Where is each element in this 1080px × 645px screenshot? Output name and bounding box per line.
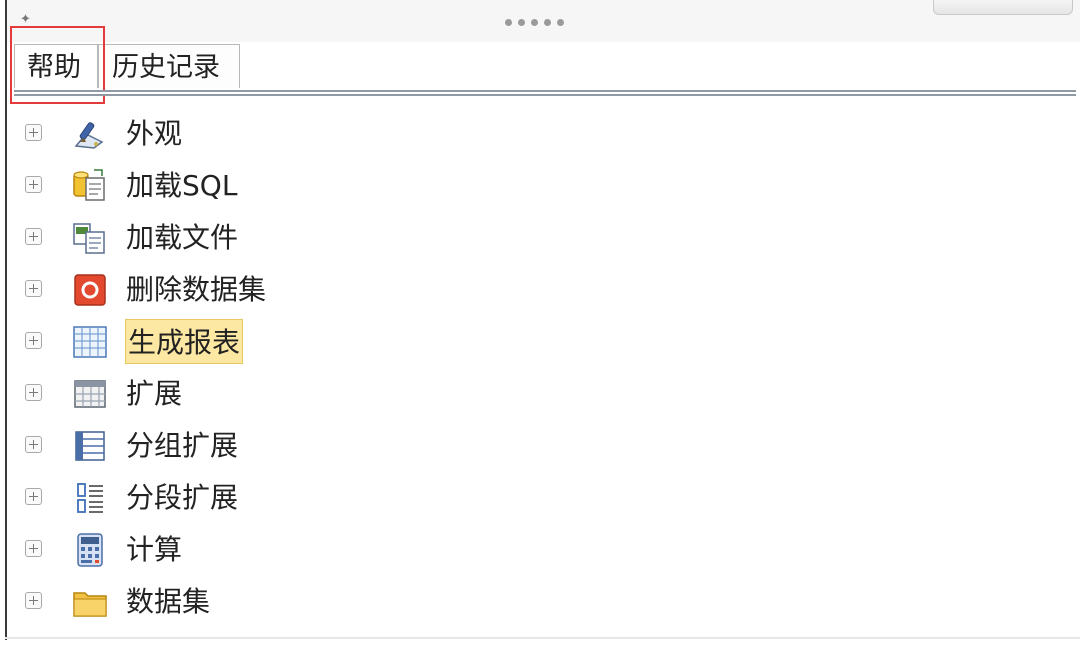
expand-icon[interactable] [25,436,42,453]
tree-item-group-expand[interactable]: 分组扩展 [0,420,1080,472]
command-tree: 外观 加载SQL 加载文件 删除数据集 生成报表 扩展 分组扩展 分段扩展 计算… [0,108,1080,628]
table-icon [72,376,108,412]
expand-icon[interactable] [25,124,42,141]
expand-icon[interactable] [25,332,42,349]
tree-item-appearance[interactable]: 外观 [0,108,1080,160]
tab-underline [14,90,1076,96]
tree-item-label: 加载文件 [126,221,239,254]
load-sql-icon [72,168,108,204]
delete-dataset-icon [72,272,108,308]
tree-item-label-selected: 生成报表 [125,319,244,364]
tree-item-delete-dataset[interactable]: 删除数据集 [0,264,1080,316]
calculator-icon [72,532,108,568]
load-file-icon [72,220,108,256]
tab-help[interactable]: 帮助 [14,44,98,88]
tab-history[interactable]: 历史记录 [98,44,240,88]
tree-item-label: 外观 [126,117,183,150]
grid-table-icon [72,324,108,360]
expand-icon[interactable] [25,592,42,609]
tree-item-label: 计算 [126,533,183,566]
tree-item-label: 加载SQL [126,169,238,202]
panel-bottom-border [5,637,1080,639]
tree-item-label: 分段扩展 [126,481,239,514]
tree-item-load-file[interactable]: 加载文件 [0,212,1080,264]
tree-item-label: 删除数据集 [126,273,267,306]
tree-item-expand[interactable]: 扩展 [0,368,1080,420]
segmented-list-icon [72,480,108,516]
expand-icon[interactable] [25,228,42,245]
pin-icon[interactable]: ✦ [20,12,31,27]
tree-item-generate-report[interactable]: 生成报表 [0,316,1080,368]
tree-item-load-sql[interactable]: 加载SQL [0,160,1080,212]
expand-icon[interactable] [25,540,42,557]
side-panel: ✦ 帮助 历史记录 外观 加载SQL 加载文件 删除数据集 生成报表 扩展 分组… [0,0,1080,645]
tree-item-label: 数据集 [126,585,211,618]
folder-icon [72,584,108,620]
grouped-list-icon [72,428,108,464]
tree-item-segment-expand[interactable]: 分段扩展 [0,472,1080,524]
tree-item-label: 分组扩展 [126,429,239,462]
tab-bar: 帮助 历史记录 [14,44,240,90]
tree-item-dataset[interactable]: 数据集 [0,576,1080,628]
expand-icon[interactable] [25,176,42,193]
paintbrush-palette-icon [72,116,108,152]
tree-item-label: 扩展 [126,377,183,410]
corner-button[interactable] [933,0,1073,15]
expand-icon[interactable] [25,488,42,505]
tree-item-calculate[interactable]: 计算 [0,524,1080,576]
drag-handle[interactable] [505,19,564,29]
panel-left-border [5,0,7,640]
expand-icon[interactable] [25,384,42,401]
expand-icon[interactable] [25,280,42,297]
